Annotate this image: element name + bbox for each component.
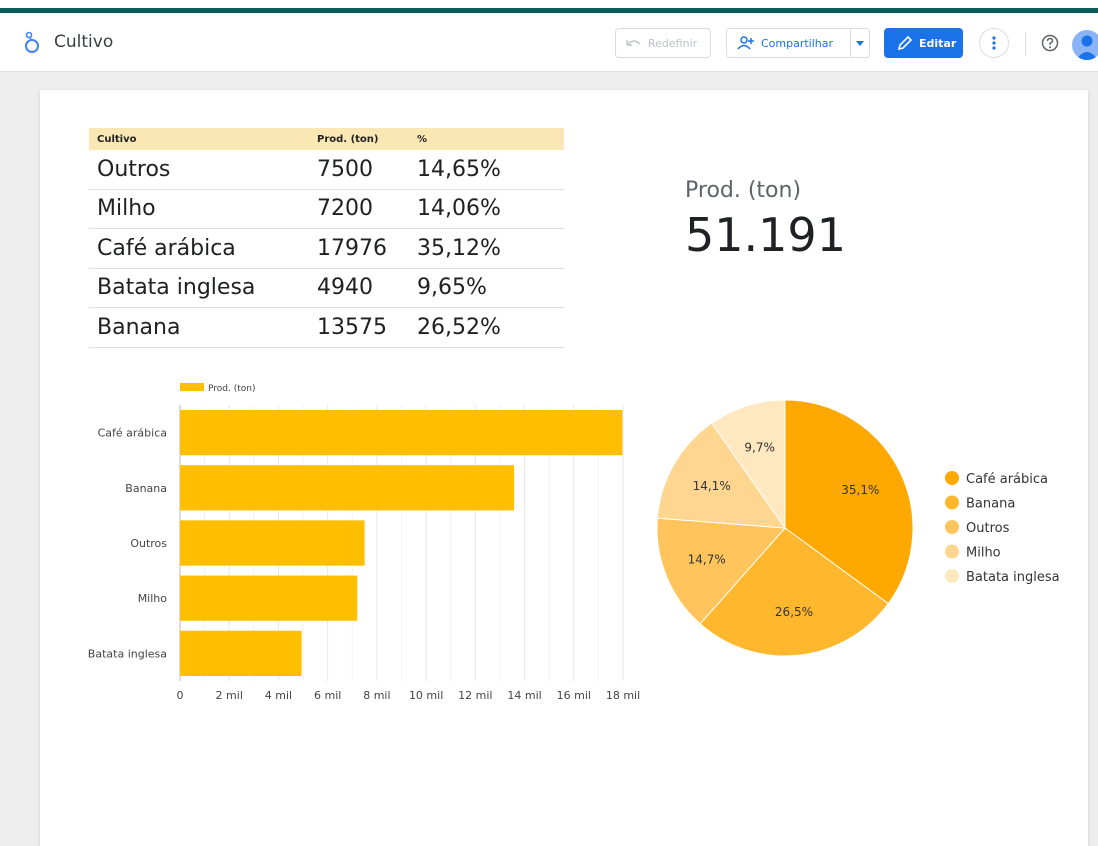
data-table: Cultivo Prod. (ton) % Outros 7500 14,65%… [89, 128, 564, 348]
pie-data-label: 35,1% [841, 483, 879, 497]
legend-swatch [180, 383, 204, 391]
column-header-crop[interactable]: Cultivo [89, 134, 313, 145]
table-cell: Banana [97, 314, 181, 340]
legend-dot [945, 520, 959, 534]
share-main[interactable]: Compartilhar [727, 29, 850, 57]
x-tick-label: 10 mil [409, 689, 443, 702]
more-vert-icon [992, 36, 996, 50]
table-cell: 26,52% [417, 314, 501, 340]
x-tick-label: 18 mil [606, 689, 640, 702]
y-category-label: Milho [138, 592, 168, 605]
bar-chart: Prod. (ton) 0 2 mil 4 mil 6 mil 8 mil 10 mil 12… [88, 383, 640, 702]
scorecard-value: 51.191 [685, 208, 846, 262]
pie-chart: 35,1% 26,5% 14,7% 14,1% 9,7% Café arábica Bana… [656, 399, 1060, 657]
column-header-percent[interactable]: % [417, 134, 564, 145]
table-cell: Milho [97, 196, 156, 222]
table-cell: 13575 [317, 314, 387, 340]
table-cell: Café arábica [97, 235, 236, 261]
more-options-button[interactable] [979, 28, 1009, 58]
y-category-label: Banana [125, 482, 167, 495]
pencil-icon [897, 35, 913, 51]
bar[interactable] [180, 575, 358, 621]
bar[interactable] [180, 409, 623, 456]
x-tick-label: 12 mil [458, 689, 492, 702]
edit-button[interactable]: Editar [884, 28, 963, 58]
help-icon[interactable] [1040, 33, 1060, 53]
x-tick-label: 2 mil [216, 689, 243, 702]
legend-label: Prod. (ton) [208, 384, 255, 394]
top-border [0, 0, 1098, 14]
table-header: Cultivo Prod. (ton) % [89, 128, 564, 150]
person-icon [1076, 35, 1098, 60]
x-tick-label: 14 mil [507, 689, 541, 702]
caret-down-icon [856, 40, 865, 46]
table-row: Banana 13575 26,52% [89, 308, 564, 348]
table-cell: 14,06% [417, 196, 501, 222]
table-row: Batata inglesa 4940 9,65% [89, 269, 564, 308]
report-canvas: Cultivo Prod. (ton) % Outros 7500 14,65%… [40, 90, 1088, 846]
x-tick-label: 4 mil [265, 689, 292, 702]
table-cell: 7200 [317, 196, 373, 222]
avatar[interactable] [1072, 30, 1098, 60]
x-tick-label: 8 mil [363, 689, 390, 702]
undo-icon [626, 40, 641, 46]
table-cell: 17976 [317, 235, 387, 261]
y-category-label: Café arábica [98, 427, 167, 440]
x-tick-label: 16 mil [557, 689, 591, 702]
pie-data-label: 14,1% [693, 479, 731, 493]
table-cell: 9,65% [417, 275, 487, 301]
legend-label: Café arábica [966, 472, 1048, 487]
pie-data-label: 9,7% [744, 440, 775, 454]
table-row: Café arábica 17976 35,12% [89, 229, 564, 269]
add-person-icon [737, 36, 754, 50]
app-header: Cultivo Redefinir Compartilhar Editar [0, 14, 1098, 72]
legend-dot [945, 544, 959, 559]
share-label: Compartilhar [761, 36, 834, 50]
share-dropdown-button[interactable] [850, 29, 869, 57]
share-button[interactable]: Compartilhar [726, 28, 870, 58]
table-cell: 7500 [317, 156, 373, 182]
looker-studio-logo-icon [25, 31, 39, 53]
scorecard-label: Prod. (ton) [685, 178, 802, 203]
legend-dot [945, 495, 959, 510]
x-tick-label: 6 mil [314, 689, 341, 702]
table-row: Outros 7500 14,65% [89, 150, 564, 190]
table-cell: 4940 [317, 275, 373, 301]
header-divider [1025, 32, 1026, 56]
table-row: Milho 7200 14,06% [89, 190, 564, 229]
table-cell: 35,12% [417, 235, 501, 261]
legend-label: Banana [966, 497, 1015, 512]
pie-data-label: 14,7% [688, 553, 726, 567]
y-category-label: Batata inglesa [88, 647, 167, 660]
column-header-production[interactable]: Prod. (ton) [313, 134, 417, 145]
reset-button[interactable]: Redefinir [615, 28, 711, 58]
legend-dot [945, 569, 959, 583]
table-cell: 14,65% [417, 156, 501, 182]
reset-label: Redefinir [648, 36, 698, 50]
report-title: Cultivo [54, 32, 114, 52]
table-cell: Batata inglesa [97, 275, 256, 301]
x-tick-label: 0 [177, 689, 184, 702]
edit-label: Editar [919, 36, 957, 50]
y-category-label: Outros [130, 537, 167, 550]
pie-data-label: 26,5% [775, 605, 813, 619]
bar[interactable] [180, 630, 302, 677]
bar[interactable] [180, 465, 515, 511]
legend-label: Batata inglesa [966, 570, 1060, 585]
table-cell: Outros [97, 156, 171, 182]
legend-label: Milho [966, 546, 1001, 561]
legend-label: Outros [966, 521, 1010, 536]
bar[interactable] [180, 520, 365, 566]
legend-dot [945, 471, 959, 485]
bar-legend: Prod. (ton) [180, 383, 255, 394]
